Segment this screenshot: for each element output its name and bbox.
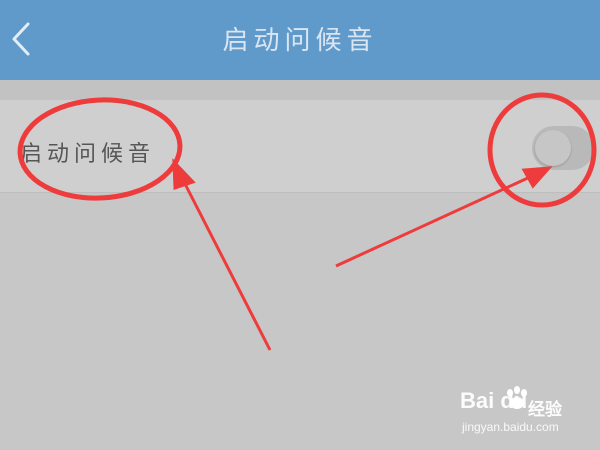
- row-divider: [0, 192, 600, 193]
- page-title: 启动问候音: [222, 26, 378, 56]
- toggle-knob: [535, 130, 571, 166]
- watermark-url: jingyan.baidu.com: [462, 420, 559, 434]
- section-gap: [0, 80, 600, 100]
- greeting-sound-toggle[interactable]: [532, 126, 594, 170]
- setting-label: 启动问候音: [20, 142, 156, 167]
- header-bar: 启动问候音: [0, 0, 600, 80]
- annotation-arrow-label-shaft: [180, 177, 272, 351]
- watermark-brand: 经验: [528, 400, 562, 420]
